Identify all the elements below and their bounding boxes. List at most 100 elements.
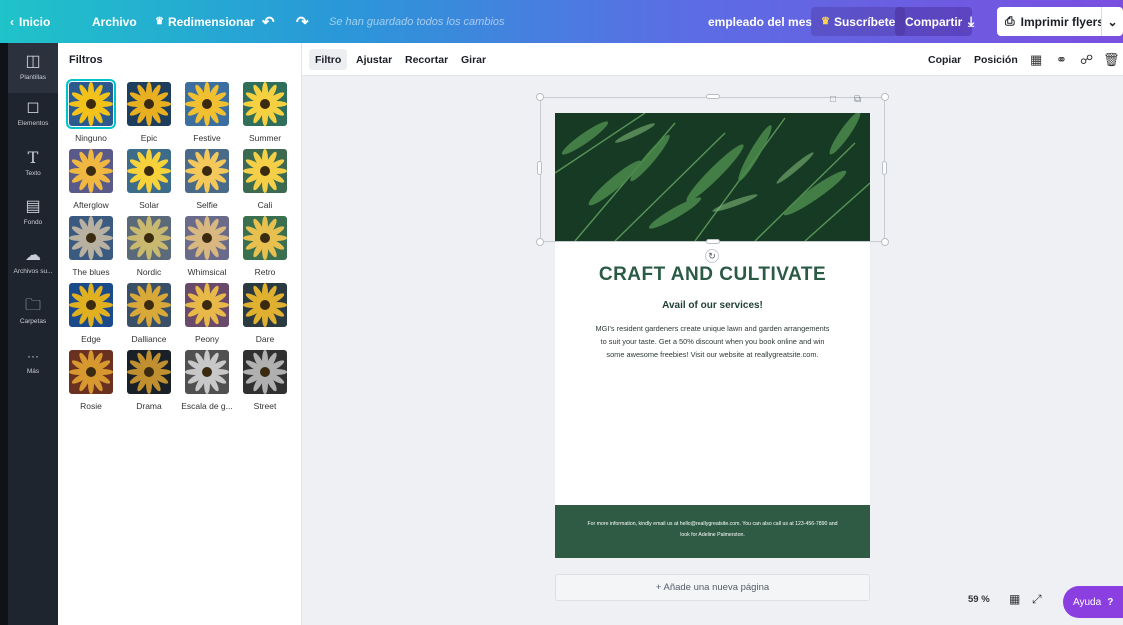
sidebar-label: Texto [25, 170, 41, 177]
resize-handle[interactable] [706, 94, 720, 99]
transparency-icon[interactable]: ▦ [1030, 43, 1042, 76]
filter-label: Rosie [80, 401, 102, 411]
filter-thumb[interactable] [69, 216, 113, 260]
filter-label: Nordic [136, 267, 162, 277]
print-icon: ⎙ [1005, 14, 1015, 28]
filter-thumb[interactable] [69, 350, 113, 394]
flower-image [243, 149, 287, 193]
resize-label: Redimensionar [167, 14, 255, 29]
comment-icon[interactable]: □ [830, 94, 836, 105]
sidebar-item-elements[interactable]: ◻ Elementos [8, 99, 58, 127]
filter-label: Street [253, 401, 277, 411]
filter-thumb[interactable] [185, 82, 229, 126]
zoom-level[interactable]: 59 % [968, 594, 990, 605]
resize-handle[interactable] [536, 238, 544, 246]
filters-panel: Filtros Ninguno Epic Festive Summer Afterglo… [58, 43, 302, 625]
sidebar-label: Carpetas [19, 318, 47, 325]
tab-crop[interactable]: Recortar [405, 43, 448, 76]
download-icon[interactable]: ⤓ [968, 0, 974, 43]
flower-image [185, 82, 229, 126]
resize-handle[interactable] [536, 93, 544, 101]
filter-thumb[interactable] [66, 79, 116, 129]
filter-thumb[interactable] [127, 283, 171, 327]
chevron-down-icon[interactable]: ⌄ [1101, 7, 1123, 36]
subscribe-button[interactable]: ♛ Suscríbete [811, 7, 906, 36]
position-button[interactable]: Posición [974, 43, 1018, 76]
sidebar-item-background[interactable]: ▤ Fondo [8, 198, 58, 226]
design-footer-text: For more information, kindly email us at… [587, 521, 838, 538]
filter-thumb[interactable] [127, 216, 171, 260]
filter-thumb[interactable] [69, 283, 113, 327]
fullscreen-icon[interactable]: ⤢ [1032, 592, 1042, 607]
sidebar-item-folders[interactable]: 🗀 Carpetas [8, 297, 58, 325]
lock-icon[interactable]: ☍ [1080, 43, 1093, 76]
top-bar: ‹ Inicio Archivo ♛ Redimensionar ↶ ↷ Se … [0, 0, 1123, 43]
sidebar-item-text[interactable]: T Texto [8, 148, 58, 178]
flower-image [185, 216, 229, 260]
sidebar-label: Plantillas [19, 74, 46, 81]
subscribe-label: Suscríbete [833, 14, 896, 29]
flower-image [185, 149, 229, 193]
question-icon: ? [1107, 596, 1114, 608]
filter-thumb[interactable] [127, 350, 171, 394]
tab-filter[interactable]: Filtro [309, 49, 348, 70]
add-page-button[interactable]: + Añade una nueva página [555, 574, 870, 601]
help-label: Ayuda [1073, 596, 1102, 608]
share-button[interactable]: Compartir [895, 7, 973, 36]
text-icon: T [27, 148, 39, 167]
filter-thumb[interactable] [243, 216, 287, 260]
folder-icon: 🗀 [24, 297, 41, 314]
filter-thumb[interactable] [185, 216, 229, 260]
home-label: Inicio [19, 14, 51, 29]
duplicate-icon[interactable]: ⧉ [854, 94, 861, 105]
filter-label: Afterglow [73, 200, 109, 210]
filter-thumb[interactable] [127, 149, 171, 193]
resize-handle[interactable] [881, 93, 889, 101]
filter-thumb[interactable] [185, 283, 229, 327]
trash-icon[interactable]: 🗑 [1103, 43, 1120, 76]
filter-thumb[interactable] [185, 149, 229, 193]
flower-image [69, 216, 113, 260]
design-headline[interactable]: CRAFT AND CULTIVATE [555, 264, 870, 286]
help-button[interactable]: Ayuda ? [1063, 586, 1123, 618]
filter-label: Drama [136, 401, 162, 411]
filter-thumb[interactable] [243, 283, 287, 327]
shapes-icon: ◻ [26, 99, 40, 116]
resize-button[interactable]: ♛ Redimensionar [155, 0, 255, 43]
upload-icon: ☁ [25, 247, 41, 264]
tab-adjust[interactable]: Ajustar [356, 43, 392, 76]
rotate-icon[interactable]: ↻ [705, 249, 719, 263]
resize-handle[interactable] [537, 161, 542, 175]
filter-label: The blues [72, 267, 110, 277]
print-flyers-button[interactable]: ⎙ Imprimir flyers [997, 7, 1112, 36]
sidebar-item-templates[interactable]: ◫ Plantillas [8, 43, 58, 93]
link-icon[interactable]: ⚭ [1056, 43, 1067, 76]
redo-icon[interactable]: ↷ [296, 0, 309, 43]
file-menu-button[interactable]: Archivo [92, 0, 137, 43]
design-body[interactable]: MGI's resident gardeners create unique l… [595, 322, 830, 361]
filter-thumb[interactable] [127, 82, 171, 126]
sidebar-item-uploads[interactable]: ☁ Archivos su... [8, 247, 58, 275]
filter-thumb[interactable] [243, 350, 287, 394]
flower-image [127, 350, 171, 394]
filter-label: Retro [254, 267, 276, 277]
design-subhead[interactable]: Avail of our services! [555, 300, 870, 311]
filter-thumb[interactable] [243, 82, 287, 126]
resize-handle[interactable] [881, 238, 889, 246]
design-title[interactable]: empleado del mes [708, 0, 812, 43]
copy-button[interactable]: Copiar [928, 43, 961, 76]
undo-icon[interactable]: ↶ [262, 0, 275, 43]
tab-rotate[interactable]: Girar [461, 43, 486, 76]
grid-view-icon[interactable]: ▦ [1009, 592, 1020, 606]
filter-label: Edge [81, 334, 101, 344]
sidebar-item-more[interactable]: ··· Más [8, 347, 58, 375]
design-footer[interactable]: For more information, kindly email us at… [555, 505, 870, 558]
filter-thumb[interactable] [69, 149, 113, 193]
home-button[interactable]: ‹ Inicio [10, 0, 50, 43]
filter-thumb[interactable] [243, 149, 287, 193]
filter-thumb[interactable] [185, 350, 229, 394]
canvas-area: CRAFT AND CULTIVATE Avail of our service… [302, 76, 1123, 625]
filter-label: Summer [248, 133, 282, 143]
resize-handle[interactable] [882, 161, 887, 175]
resize-handle[interactable] [706, 239, 720, 244]
